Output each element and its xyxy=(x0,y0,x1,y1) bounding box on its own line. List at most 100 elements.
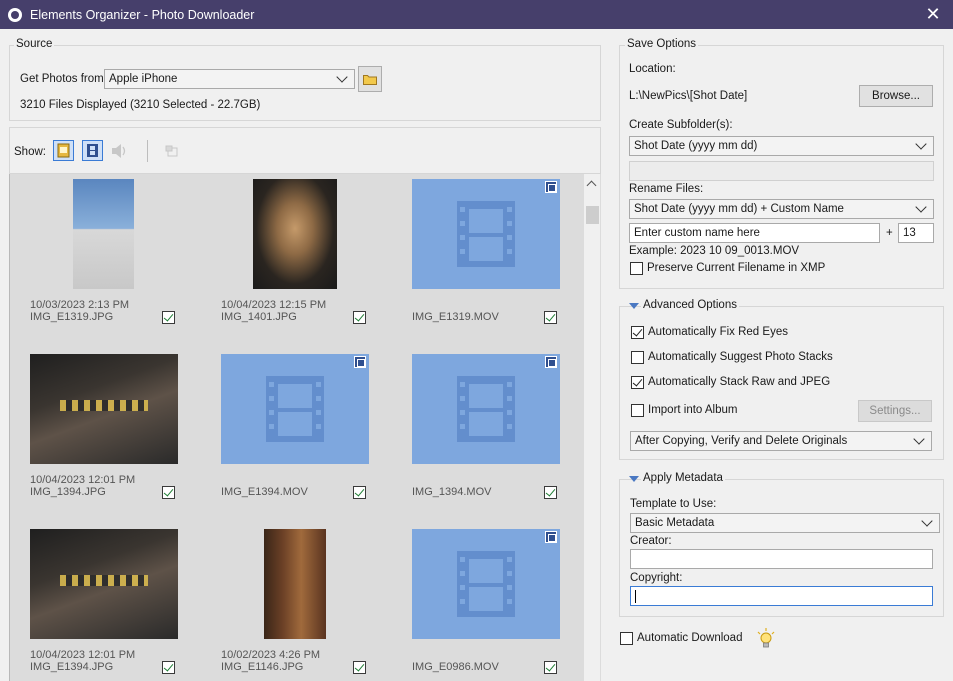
thumbnail-item[interactable]: IMG_E1394.MOV xyxy=(201,354,371,514)
film-strip-icon xyxy=(457,551,515,617)
thumbnail-image[interactable] xyxy=(73,179,134,289)
chevron-down-icon xyxy=(915,201,927,213)
thumbnail-checkbox[interactable] xyxy=(162,661,175,674)
collapse-triangle-icon[interactable] xyxy=(629,476,639,482)
film-strip-icon xyxy=(457,201,515,267)
folder-icon xyxy=(363,74,377,85)
get-photos-label: Get Photos from: xyxy=(20,73,107,85)
scrollbar-thumb[interactable] xyxy=(586,206,599,224)
film-strip-icon xyxy=(266,376,324,442)
chevron-down-icon xyxy=(921,515,933,527)
thumbnail-item[interactable]: IMG_1394.MOV xyxy=(392,354,562,514)
show-photos-toggle[interactable] xyxy=(53,140,74,161)
show-label: Show: xyxy=(14,146,46,158)
after-copy-select[interactable]: After Copying, Verify and Delete Origina… xyxy=(630,431,932,451)
thumbnail-filename: IMG_E1394.JPG xyxy=(30,661,114,673)
thumbnail-item[interactable]: 10/02/2023 4:26 PM IMG_E1146.JPG xyxy=(201,529,371,681)
thumbnail-checkbox[interactable] xyxy=(544,661,557,674)
advanced-options-label[interactable]: Advanced Options xyxy=(641,299,739,311)
copyright-label: Copyright: xyxy=(630,572,683,584)
thumbnail-checkbox[interactable] xyxy=(162,486,175,499)
settings-button[interactable]: Settings... xyxy=(858,400,932,422)
plus-label: + xyxy=(886,227,893,239)
subfolder-select[interactable]: Shot Date (yyyy mm dd) xyxy=(629,136,934,156)
creator-input[interactable] xyxy=(630,549,933,569)
lightbulb-icon[interactable] xyxy=(756,628,776,650)
device-select[interactable]: Apple iPhone xyxy=(104,69,355,89)
thumbnail-filename: IMG_1394.MOV xyxy=(412,486,492,498)
copyright-input[interactable] xyxy=(630,586,933,606)
gallery-scrollbar[interactable] xyxy=(583,174,600,681)
thumbnail-filename: IMG_E1146.JPG xyxy=(221,661,304,673)
thumbnail-image[interactable] xyxy=(30,529,178,639)
browse-button[interactable]: Browse... xyxy=(859,85,933,107)
suggest-stacks-label: Automatically Suggest Photo Stacks xyxy=(648,351,833,363)
audio-icon[interactable] xyxy=(110,142,130,160)
thumbnail-date: 10/04/2023 12:15 PM xyxy=(221,299,327,311)
subfolder-label: Create Subfolder(s): xyxy=(629,119,733,131)
thumbnail-item[interactable]: IMG_E1319.MOV xyxy=(392,179,562,339)
location-path: L:\NewPics\[Shot Date] xyxy=(629,90,748,102)
thumbnail-checkbox[interactable] xyxy=(353,311,366,324)
stack-raw-checkbox[interactable] xyxy=(631,376,644,389)
thumbnail-item[interactable]: 10/04/2023 12:15 PM IMG_1401.JPG xyxy=(201,179,371,339)
scroll-up-icon[interactable] xyxy=(586,180,597,191)
import-album-checkbox[interactable] xyxy=(631,404,644,417)
rename-value: Shot Date (yyyy mm dd) + Custom Name xyxy=(634,203,844,215)
thumbnail-checkbox[interactable] xyxy=(544,311,557,324)
thumbnail-checkbox[interactable] xyxy=(353,661,366,674)
preserve-filename-checkbox[interactable] xyxy=(630,262,643,275)
collapse-triangle-icon[interactable] xyxy=(629,303,639,309)
rotate-icon[interactable] xyxy=(164,143,180,159)
window-title: Elements Organizer - Photo Downloader xyxy=(30,7,255,22)
stack-raw-label: Automatically Stack Raw and JPEG xyxy=(648,376,831,388)
custom-name-input[interactable]: Enter custom name here xyxy=(629,223,880,243)
video-badge-icon xyxy=(545,181,557,193)
chevron-down-icon xyxy=(915,138,927,150)
chevron-down-icon xyxy=(913,433,925,445)
close-icon[interactable]: ✕ xyxy=(923,4,943,24)
thumbnail-image[interactable] xyxy=(253,179,337,289)
red-eye-checkbox[interactable] xyxy=(631,326,644,339)
thumbnail-item[interactable]: IMG_E0986.MOV xyxy=(392,529,562,681)
video-thumbnail[interactable] xyxy=(221,354,369,464)
after-copy-value: After Copying, Verify and Delete Origina… xyxy=(635,435,848,447)
counter-value: 13 xyxy=(903,227,916,239)
browse-source-button[interactable] xyxy=(358,66,382,92)
template-label: Template to Use: xyxy=(630,498,717,510)
template-value: Basic Metadata xyxy=(635,517,715,529)
counter-input[interactable]: 13 xyxy=(898,223,934,243)
thumbnail-date: 10/04/2023 12:01 PM xyxy=(30,474,136,486)
thumbnail-filename: IMG_1394.JPG xyxy=(30,486,106,498)
video-thumbnail[interactable] xyxy=(412,354,560,464)
chevron-down-icon xyxy=(336,71,348,83)
video-thumbnail[interactable] xyxy=(412,529,560,639)
film-strip-icon xyxy=(457,376,515,442)
thumbnail-checkbox[interactable] xyxy=(544,486,557,499)
text-cursor xyxy=(635,589,636,603)
thumbnail-filename: IMG_E1319.MOV xyxy=(412,311,499,323)
thumbnail-filename: IMG_E1319.JPG xyxy=(30,311,114,323)
template-select[interactable]: Basic Metadata xyxy=(630,513,940,533)
thumbnail-image[interactable] xyxy=(264,529,326,639)
thumbnail-checkbox[interactable] xyxy=(162,311,175,324)
automatic-download-checkbox[interactable] xyxy=(620,632,633,645)
thumbnail-gallery[interactable]: 10/03/2023 2:13 PM IMG_E1319.JPG 10/04/2… xyxy=(9,174,601,681)
video-badge-icon xyxy=(354,356,366,368)
video-badge-icon xyxy=(545,531,557,543)
files-status: 3210 Files Displayed (3210 Selected - 22… xyxy=(20,99,261,111)
creator-label: Creator: xyxy=(630,535,672,547)
video-thumbnail[interactable] xyxy=(412,179,560,289)
apply-metadata-label[interactable]: Apply Metadata xyxy=(641,472,725,484)
thumbnail-image[interactable] xyxy=(30,354,178,464)
thumbnail-item[interactable]: 10/03/2023 2:13 PM IMG_E1319.JPG xyxy=(10,179,180,339)
rename-select[interactable]: Shot Date (yyyy mm dd) + Custom Name xyxy=(629,199,934,219)
thumbnail-item[interactable]: 10/04/2023 12:01 PM IMG_E1394.JPG xyxy=(10,529,180,681)
suggest-stacks-checkbox[interactable] xyxy=(631,351,644,364)
custom-name-value: Enter custom name here xyxy=(634,227,760,239)
show-videos-toggle[interactable] xyxy=(82,140,103,161)
save-options-label: Save Options xyxy=(625,38,699,50)
automatic-download-label: Automatic Download xyxy=(637,632,743,644)
thumbnail-item[interactable]: 10/04/2023 12:01 PM IMG_1394.JPG xyxy=(10,354,180,514)
thumbnail-checkbox[interactable] xyxy=(353,486,366,499)
